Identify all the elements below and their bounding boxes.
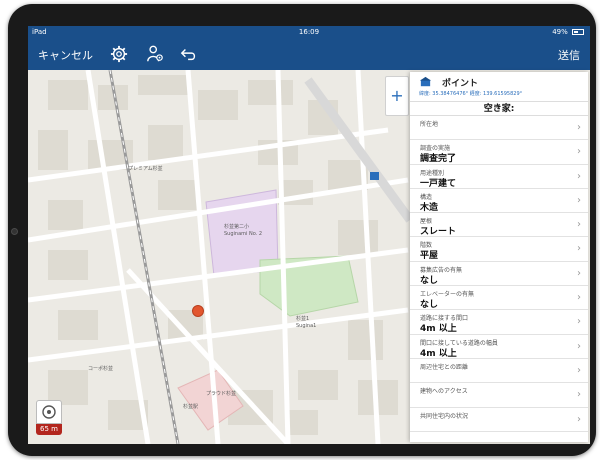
map-view[interactable]: 杉並第二小 Suginami No. 2 杉並1 Sugina1 プラウド杉並 … xyxy=(28,70,590,444)
field-value: 一戸建て xyxy=(420,178,457,189)
field-row[interactable]: 周辺住宅との距離 › xyxy=(410,359,588,384)
chevron-right-icon: › xyxy=(577,292,581,304)
field-row[interactable]: 構造 木造 › xyxy=(410,189,588,214)
gear-icon[interactable] xyxy=(110,45,128,63)
field-row[interactable]: 階数 平屋 › xyxy=(410,237,588,262)
map-label: Suginami No. 2 xyxy=(224,231,262,237)
map-label: 杉並1 xyxy=(296,315,309,322)
field-value: なし xyxy=(420,300,439,311)
chevron-right-icon: › xyxy=(577,364,581,376)
chevron-right-icon: › xyxy=(577,389,581,401)
field-value: 調査完了 xyxy=(420,154,457,165)
cancel-button[interactable]: キャンセル xyxy=(38,47,93,63)
field-value: 4m 以上 xyxy=(420,348,457,359)
chevron-right-icon: › xyxy=(577,219,581,231)
chevron-right-icon: › xyxy=(577,413,581,425)
field-row[interactable]: 所在地 › xyxy=(410,116,588,141)
map-label: 杉並第二小 xyxy=(224,223,249,230)
screen: iPad 16:09 49% キャンセル 送信 杉並第二小 Suginami N… xyxy=(28,26,590,444)
user-settings-icon[interactable] xyxy=(146,45,164,63)
field-value: 4m 以上 xyxy=(420,324,457,335)
pin-icon xyxy=(419,76,432,87)
chevron-right-icon: › xyxy=(577,146,581,158)
field-row[interactable]: 道路に接する間口 4m 以上 › xyxy=(410,310,588,335)
chevron-right-icon: › xyxy=(577,194,581,206)
field-label: 建物へのアクセス xyxy=(420,388,468,396)
field-row[interactable]: 調査の実施 調査完了 › xyxy=(410,140,588,165)
field-row[interactable]: 間口に接している道路の幅員 4m 以上 › xyxy=(410,335,588,359)
field-label: 共同住宅内の状況 xyxy=(420,412,469,420)
field-row[interactable]: 屋根 スレート › xyxy=(410,213,588,238)
send-button[interactable]: 送信 xyxy=(558,47,580,63)
map-label: 杉並駅 xyxy=(183,403,198,410)
panel-coordinates: 緯度: 35.38476476° 経度: 139.61595829° xyxy=(419,91,523,97)
field-row[interactable]: 用途種別 一戸建て › xyxy=(410,165,588,189)
field-value: スレート xyxy=(420,227,457,238)
map-label: プラウド杉並 xyxy=(206,390,236,397)
scale-indicator: 65 m xyxy=(36,424,62,435)
battery-percent: 49% xyxy=(552,28,568,36)
field-row[interactable]: エレベーターの有無 なし › xyxy=(410,286,588,311)
battery-icon xyxy=(572,29,584,35)
status-bar: iPad 16:09 49% xyxy=(28,26,590,40)
status-time: 16:09 xyxy=(298,28,320,36)
panel-header: ポイント 緯度: 35.38476476° 経度: 139.61595829° xyxy=(410,72,588,102)
panel-subtitle: 空き家: xyxy=(410,102,588,116)
plus-icon[interactable]: + xyxy=(385,76,409,116)
feature-panel: ポイント 緯度: 35.38476476° 経度: 139.61595829° … xyxy=(410,72,588,442)
camera xyxy=(11,228,18,235)
map-label: Sugina1 xyxy=(296,323,316,329)
map-label: プレミアム杉並 xyxy=(128,165,163,172)
field-label: 周辺住宅との距離 xyxy=(420,363,468,371)
panel-title: ポイント xyxy=(442,79,479,89)
field-row[interactable]: 募集広告の有無 なし › xyxy=(410,262,588,287)
chevron-right-icon: › xyxy=(577,170,581,182)
field-row[interactable]: 共同住宅内の状況 › xyxy=(410,408,588,432)
chevron-right-icon: › xyxy=(577,243,581,255)
field-value: なし xyxy=(420,275,439,286)
field-value: 木造 xyxy=(420,202,439,213)
field-row[interactable]: 建物へのアクセス › xyxy=(410,383,588,408)
field-label: 所在地 xyxy=(420,121,439,128)
battery-indicator: 49% xyxy=(552,28,584,36)
top-toolbar: キャンセル 送信 xyxy=(28,40,590,70)
locate-icon[interactable] xyxy=(36,400,62,424)
chevron-right-icon: › xyxy=(577,267,581,279)
undo-icon[interactable] xyxy=(180,45,198,63)
chevron-right-icon: › xyxy=(577,316,581,328)
field-value: 平屋 xyxy=(420,251,439,262)
chevron-right-icon: › xyxy=(577,340,581,352)
map-label: コーポ杉並 xyxy=(88,365,113,372)
map-pin-icon[interactable] xyxy=(370,172,379,180)
selected-point-marker[interactable] xyxy=(192,305,204,317)
chevron-right-icon: › xyxy=(577,122,581,133)
ipad-frame: iPad 16:09 49% キャンセル 送信 杉並第二小 Suginami N… xyxy=(8,4,596,456)
